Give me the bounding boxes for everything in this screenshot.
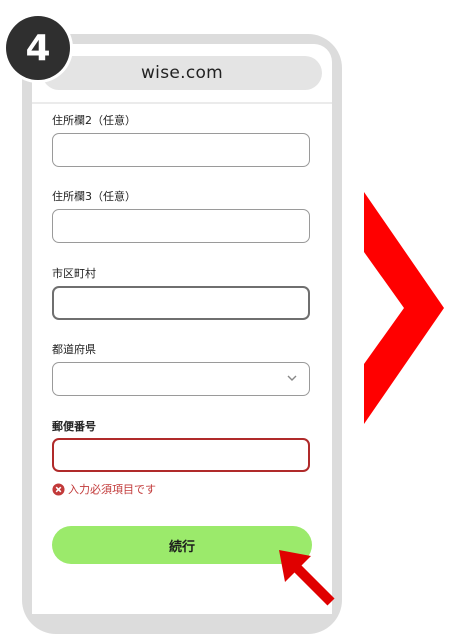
- postal-code-error: 入力必須項目です: [52, 481, 156, 497]
- city-input[interactable]: [52, 286, 310, 320]
- prefecture-label: 都道府県: [52, 343, 96, 356]
- red-chevron-right-icon: [364, 192, 444, 424]
- url-bar[interactable]: wise.com: [42, 56, 322, 90]
- red-pointer-arrow-icon: [279, 550, 335, 606]
- chevron-down-icon: [287, 375, 297, 381]
- error-text: 入力必須項目です: [68, 483, 156, 496]
- address2-label: 住所欄2（任意）: [52, 114, 136, 127]
- address3-label: 住所欄3（任意）: [52, 190, 136, 203]
- header-divider: [32, 102, 332, 104]
- continue-button[interactable]: 続行: [52, 526, 312, 564]
- step-number: 4: [25, 27, 51, 69]
- address3-input[interactable]: [52, 209, 310, 243]
- step-badge: 4: [6, 16, 70, 80]
- postal-code-input[interactable]: [52, 438, 310, 472]
- city-label: 市区町村: [52, 267, 96, 280]
- prefecture-select[interactable]: [52, 362, 310, 396]
- address2-input[interactable]: [52, 133, 310, 167]
- error-x-icon: [52, 482, 65, 496]
- url-text: wise.com: [140, 63, 224, 83]
- postal-code-label: 郵便番号: [52, 420, 96, 433]
- continue-label: 続行: [168, 539, 195, 555]
